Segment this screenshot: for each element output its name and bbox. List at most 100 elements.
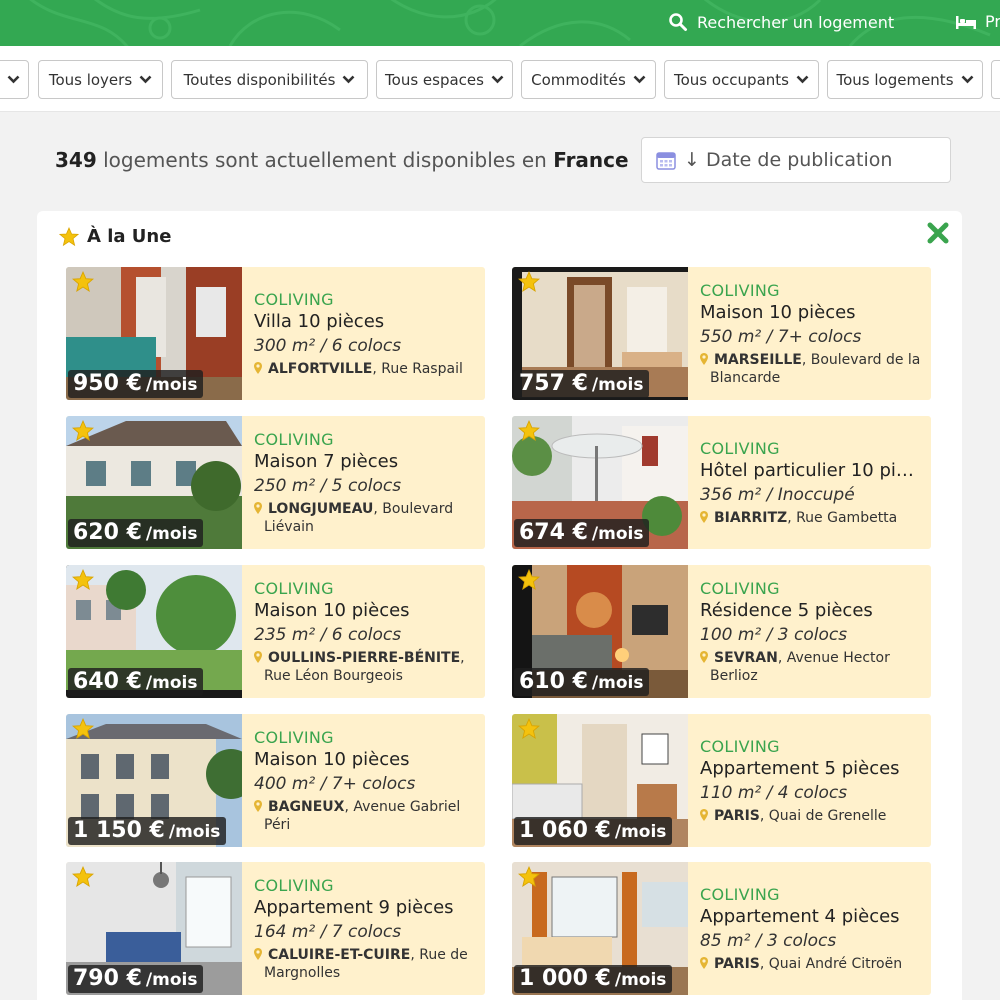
listing-city: BIARRITZ: [714, 509, 788, 526]
listing-card[interactable]: 757 €/mois COLIVING Maison 10 pièces 550…: [512, 267, 931, 400]
listing-type: COLIVING: [254, 578, 334, 598]
chevron-down-icon: [796, 75, 809, 84]
chevron-down-icon: [961, 75, 974, 84]
price-amount: 1 060 €: [519, 818, 611, 843]
favorite-star-icon[interactable]: [72, 420, 94, 442]
price-amount: 790 €: [73, 966, 142, 991]
price-tag: 1 000 €/mois: [514, 965, 673, 993]
listing-city: PARIS: [714, 807, 760, 824]
listing-location: PARIS, Quai de Grenelle: [700, 807, 923, 825]
favorite-star-icon[interactable]: [72, 271, 94, 293]
listing-card[interactable]: 640 €/mois COLIVING Maison 10 pièces 235…: [66, 565, 485, 698]
favorite-star-icon[interactable]: [72, 718, 94, 740]
listing-info: COLIVING Appartement 9 pièces 164 m² / 7…: [254, 862, 477, 995]
listing-size: 250 m² / 5 colocs: [254, 475, 402, 496]
filter-label: Toutes disponibilités: [183, 70, 336, 89]
price-tag: 640 €/mois: [68, 668, 204, 696]
price-period: /mois: [168, 822, 221, 842]
listing-title[interactable]: Appartement 9 pièces: [254, 896, 477, 920]
listing-card[interactable]: 1 000 €/mois COLIVING Appartement 4 pièc…: [512, 862, 931, 995]
filter-label: Tous espaces: [385, 70, 484, 89]
filter-rent[interactable]: Tous loyers: [38, 60, 163, 99]
listing-card[interactable]: 950 €/mois COLIVING Villa 10 pièces 300 …: [66, 267, 485, 400]
listing-card[interactable]: 1 150 €/mois COLIVING Maison 10 pièces 4…: [66, 714, 485, 847]
favorite-star-icon[interactable]: [518, 569, 540, 591]
listing-photo[interactable]: 610 €/mois: [512, 565, 688, 698]
filter-availability[interactable]: Toutes disponibilités: [171, 60, 368, 99]
favorite-star-icon[interactable]: [518, 718, 540, 740]
listing-card[interactable]: 1 060 €/mois COLIVING Appartement 5 pièc…: [512, 714, 931, 847]
listing-info: COLIVING Maison 10 pièces 235 m² / 6 col…: [254, 565, 477, 698]
listing-street: , Quai de Grenelle: [759, 807, 887, 824]
price-period: /mois: [145, 524, 198, 544]
listing-card[interactable]: 674 €/mois COLIVING Hôtel particulier 10…: [512, 416, 931, 549]
filter-housing-type[interactable]: Tous logements: [827, 60, 983, 99]
listing-location: CALUIRE-ET-CUIRE, Rue de Margnolles: [254, 946, 477, 982]
results-count: 349: [55, 148, 97, 172]
listing-type: COLIVING: [700, 438, 780, 458]
listing-title[interactable]: Maison 10 pièces: [700, 301, 923, 325]
filter-occupants[interactable]: Tous occupants: [664, 60, 819, 99]
filter-label: Tous loyers: [48, 70, 133, 89]
search-housing-link[interactable]: Rechercher un logement: [668, 12, 894, 32]
listing-card[interactable]: 620 €/mois COLIVING Maison 7 pièces 250 …: [66, 416, 485, 549]
listing-title[interactable]: Maison 7 pièces: [254, 450, 477, 474]
filter-label: Tous logements: [836, 70, 954, 89]
price-amount: 1 150 €: [73, 818, 165, 843]
close-icon[interactable]: [926, 221, 950, 245]
listing-title[interactable]: Maison 10 pièces: [254, 748, 477, 772]
listing-street: , Rue Gambetta: [787, 509, 898, 526]
price-period: /mois: [591, 673, 644, 693]
listing-city: PARIS: [714, 955, 760, 972]
listing-size: 235 m² / 6 colocs: [254, 624, 402, 645]
listing-photo[interactable]: 757 €/mois: [512, 267, 688, 400]
listing-city: LONGJUMEAU: [268, 500, 374, 517]
map-pin-icon: [254, 501, 262, 514]
listing-card[interactable]: 790 €/mois COLIVING Appartement 9 pièces…: [66, 862, 485, 995]
listing-title[interactable]: Maison 10 pièces: [254, 599, 477, 623]
listing-size: 85 m² / 3 colocs: [700, 930, 837, 951]
price-amount: 1 000 €: [519, 966, 611, 991]
listing-photo[interactable]: 790 €/mois: [66, 862, 242, 995]
listing-city: OULLINS-PIERRE-BÉNITE: [268, 649, 461, 666]
listing-photo[interactable]: 950 €/mois: [66, 267, 242, 400]
favorite-star-icon[interactable]: [72, 569, 94, 591]
filter-amenities[interactable]: Commodités: [521, 60, 656, 99]
listing-size: 550 m² / 7+ colocs: [700, 326, 862, 347]
listing-photo[interactable]: 620 €/mois: [66, 416, 242, 549]
sort-select[interactable]: ↓ Date de publication: [641, 137, 951, 183]
chevron-down-icon: [342, 75, 355, 84]
listing-city: SEVRAN: [714, 649, 778, 666]
favorite-star-icon[interactable]: [72, 866, 94, 888]
listing-title[interactable]: Appartement 4 pièces: [700, 905, 923, 929]
listing-type: COLIVING: [254, 289, 334, 309]
listing-title[interactable]: Villa 10 pièces: [254, 310, 477, 334]
filter-bar: Tous loyers Toutes disponibilités Tous e…: [0, 46, 1000, 112]
favorite-star-icon[interactable]: [518, 420, 540, 442]
favorite-star-icon[interactable]: [518, 271, 540, 293]
filter-partial-right[interactable]: [991, 60, 1000, 99]
listing-type: COLIVING: [254, 875, 334, 895]
listing-photo[interactable]: 674 €/mois: [512, 416, 688, 549]
price-tag: 610 €/mois: [514, 668, 650, 696]
filter-spaces[interactable]: Tous espaces: [376, 60, 513, 99]
listing-size: 300 m² / 6 colocs: [254, 335, 402, 356]
filter-partial-left[interactable]: [0, 60, 29, 99]
listing-photo[interactable]: 1 150 €/mois: [66, 714, 242, 847]
listing-card[interactable]: 610 €/mois COLIVING Résidence 5 pièces 1…: [512, 565, 931, 698]
price-amount: 674 €: [519, 520, 588, 545]
listing-photo[interactable]: 640 €/mois: [66, 565, 242, 698]
listing-photo[interactable]: 1 000 €/mois: [512, 862, 688, 995]
listing-size: 100 m² / 3 colocs: [700, 624, 848, 645]
listing-location: BAGNEUX, Avenue Gabriel Péri: [254, 798, 477, 834]
listing-type: COLIVING: [700, 736, 780, 756]
nav-link-bed[interactable]: Pr: [955, 12, 1000, 31]
map-pin-icon: [700, 808, 708, 821]
favorite-star-icon[interactable]: [518, 866, 540, 888]
listing-title[interactable]: Hôtel particulier 10 pièc…: [700, 459, 923, 483]
listing-title[interactable]: Appartement 5 pièces: [700, 757, 923, 781]
listing-photo[interactable]: 1 060 €/mois: [512, 714, 688, 847]
listing-title[interactable]: Résidence 5 pièces: [700, 599, 923, 623]
filter-label: Tous occupants: [674, 70, 789, 89]
calendar-icon: [656, 152, 676, 170]
